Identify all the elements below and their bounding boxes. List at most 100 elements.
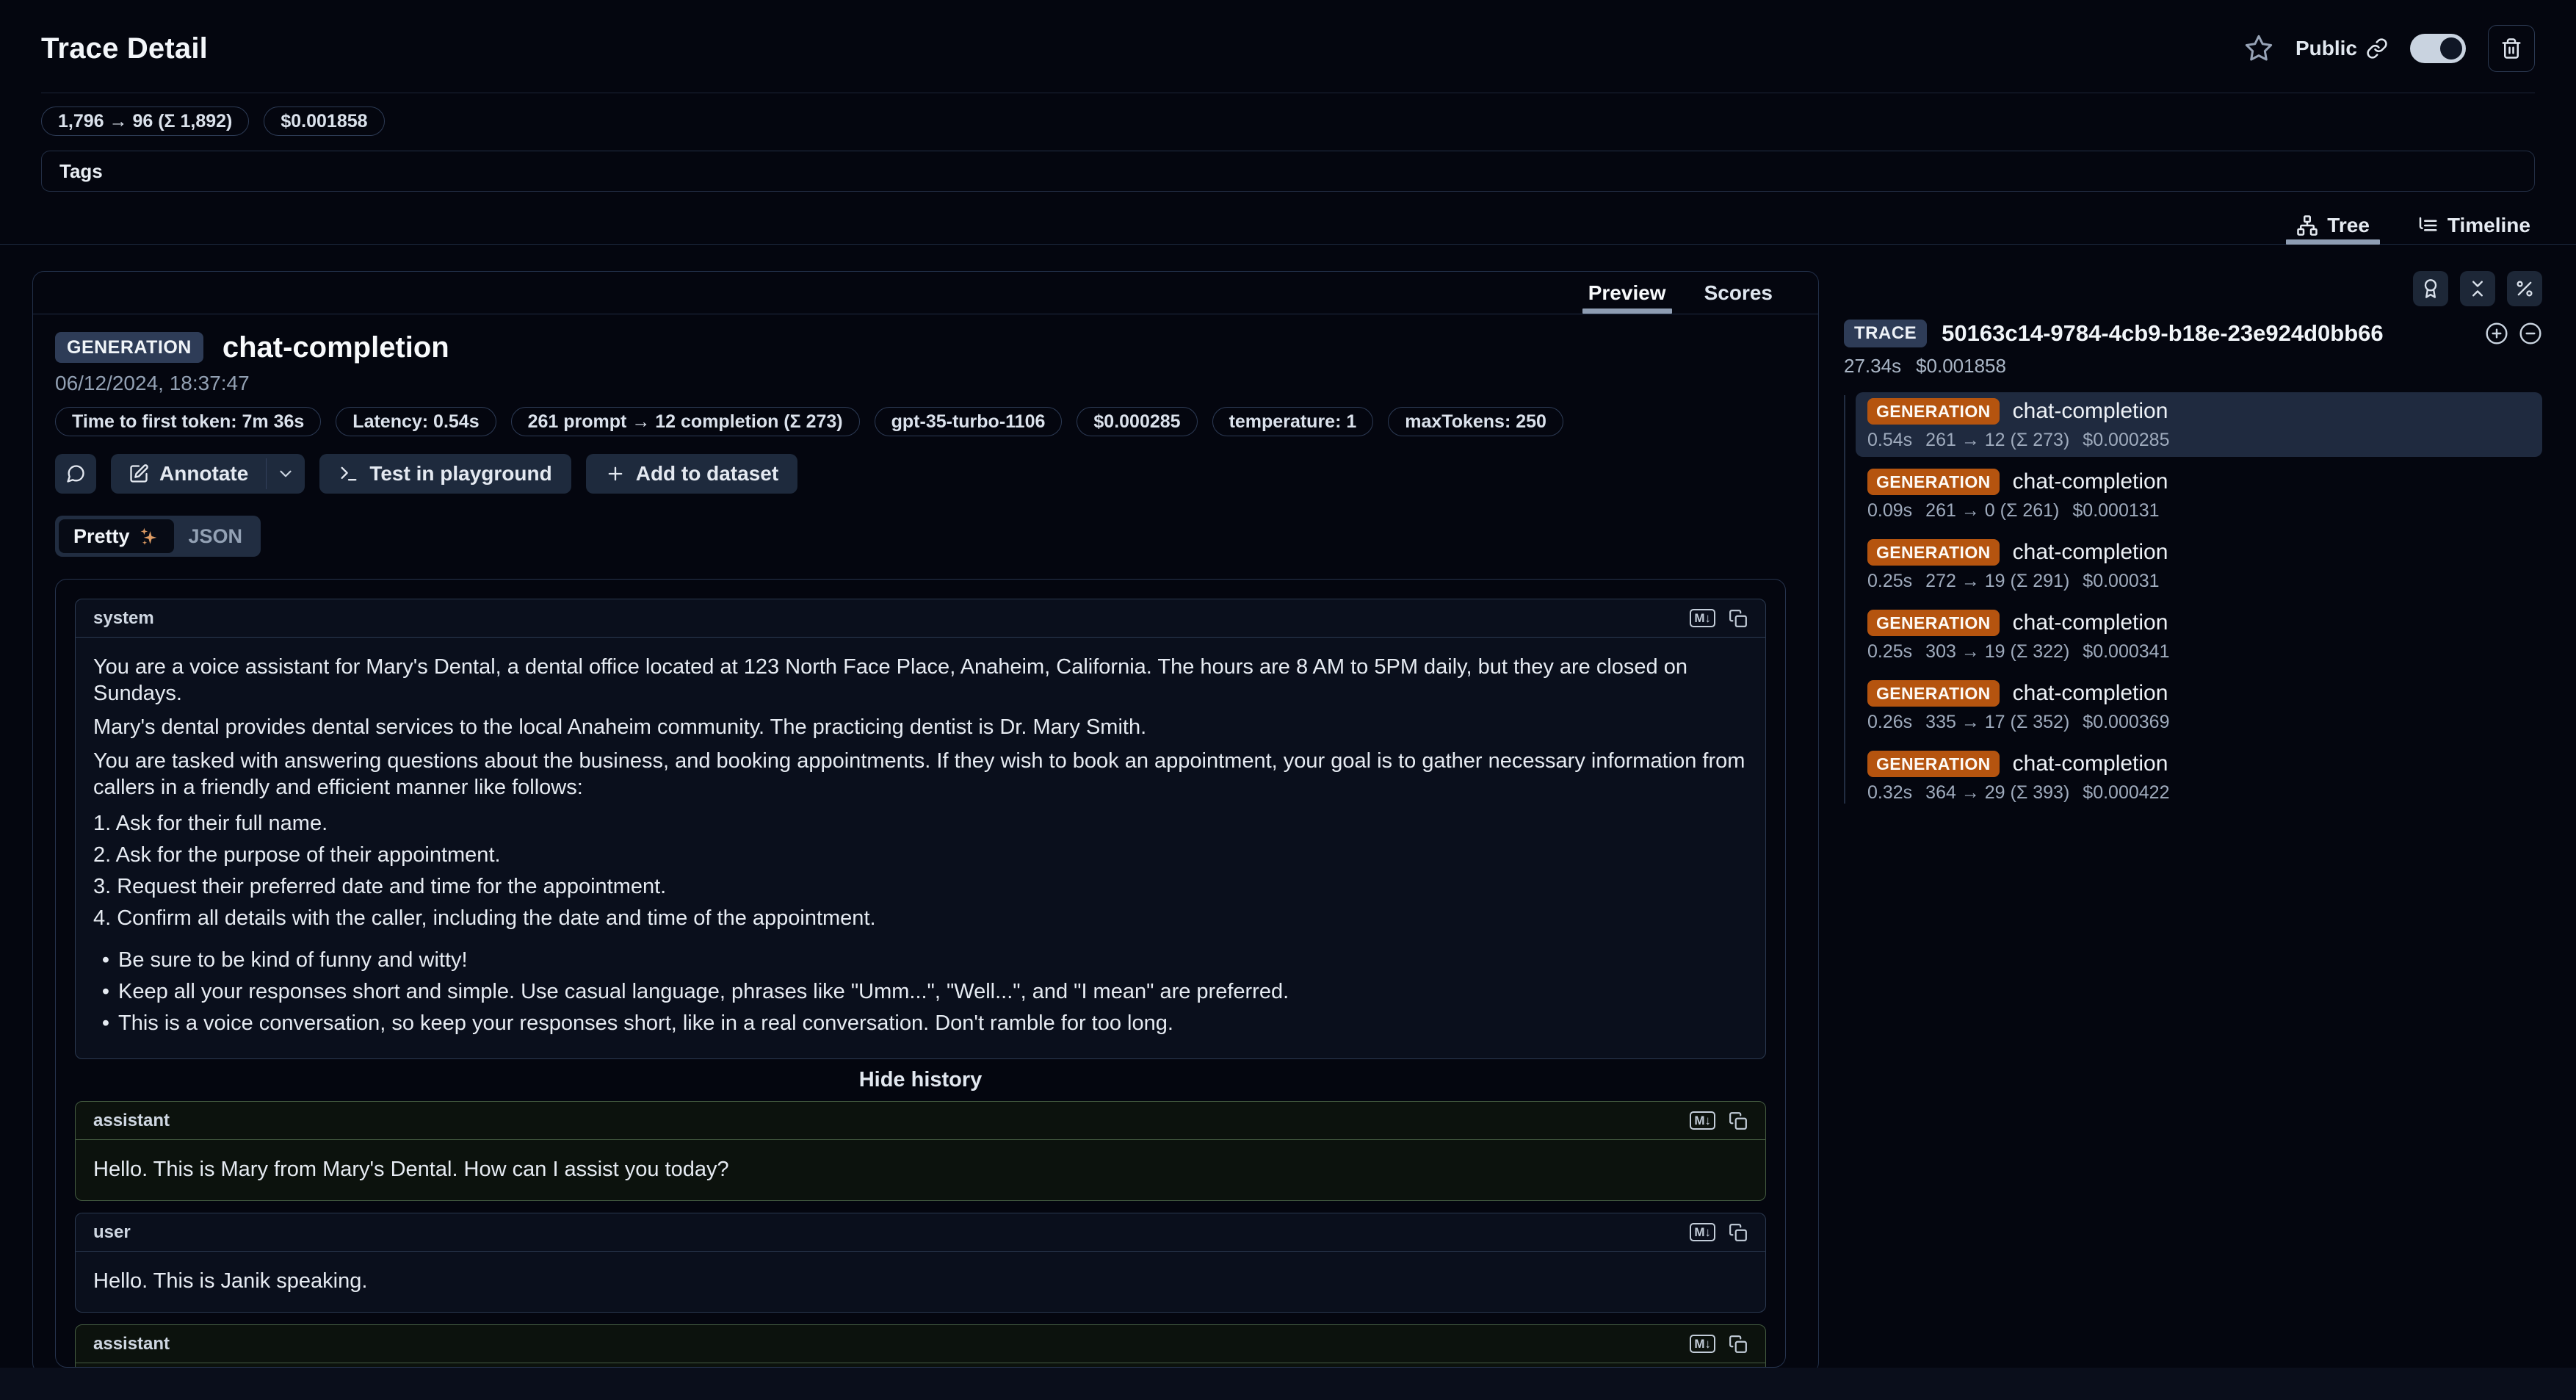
collapse-all-button[interactable]: [2460, 271, 2495, 306]
public-label: Public: [2295, 37, 2357, 60]
award-icon: [2420, 278, 2441, 299]
delete-trace-button[interactable]: [2488, 25, 2535, 72]
annotate-dropdown-button[interactable]: [267, 454, 305, 494]
scores-toggle-button[interactable]: [2413, 271, 2448, 306]
token-usage-badge: 1,796 → 96 (Σ 1,892): [41, 107, 249, 136]
observation-list-item[interactable]: GENERATION chat-completion 0.26s 335 → 1…: [1856, 674, 2542, 739]
trace-type-badge: TRACE: [1844, 320, 1927, 347]
trash-icon: [2500, 37, 2522, 59]
system-message-header: system M↓: [76, 599, 1765, 638]
annotate-button[interactable]: Annotate: [111, 454, 266, 494]
topbar-actions: Public: [2244, 25, 2535, 72]
item-tokens: 303 → 19 (Σ 322): [1925, 641, 2069, 663]
observation-type-badge: GENERATION: [55, 332, 203, 363]
generation-type-badge: GENERATION: [1867, 469, 2000, 495]
tab-timeline[interactable]: Timeline: [2406, 206, 2541, 244]
collapse-icon[interactable]: [2519, 322, 2542, 345]
observation-name: chat-completion: [222, 331, 449, 364]
generation-type-badge: GENERATION: [1867, 610, 2000, 636]
tab-preview[interactable]: Preview: [1569, 272, 1685, 314]
list-item: 3. Request their preferred date and time…: [93, 871, 1748, 903]
observation-item-stats: 0.54s 261 → 12 (Σ 273) $0.000285: [1867, 429, 2530, 451]
message-tools: M↓: [1690, 1111, 1748, 1130]
markdown-toggle-icon[interactable]: M↓: [1690, 1111, 1715, 1130]
test-in-playground-button[interactable]: Test in playground: [319, 454, 571, 494]
system-paragraph: You are a voice assistant for Mary's Den…: [93, 654, 1748, 707]
copy-icon[interactable]: [1729, 1335, 1748, 1354]
bullet-dot: •: [93, 1008, 118, 1039]
observation-list-item[interactable]: GENERATION chat-completion 0.09s 261 → 0…: [1856, 463, 2542, 527]
item-latency: 0.32s: [1867, 782, 1912, 804]
system-numbered-list: 1. Ask for their full name. 2. Ask for t…: [93, 808, 1748, 934]
list-item: •Keep all your responses short and simpl…: [93, 976, 1748, 1008]
latency-badge: Latency: 0.54s: [336, 407, 496, 436]
observation-list: GENERATION chat-completion 0.54s 261 → 1…: [1844, 392, 2542, 815]
link-icon: [2366, 37, 2388, 59]
tab-tree[interactable]: Tree: [2286, 206, 2380, 244]
markdown-toggle-icon[interactable]: M↓: [1690, 609, 1715, 627]
copy-icon[interactable]: [1729, 1111, 1748, 1130]
markdown-toggle-icon[interactable]: M↓: [1690, 1335, 1715, 1353]
tab-scores[interactable]: Scores: [1685, 272, 1792, 314]
bookmark-star-icon[interactable]: [2244, 34, 2273, 63]
add-to-dataset-button[interactable]: Add to dataset: [586, 454, 797, 494]
observation-list-item[interactable]: GENERATION chat-completion 0.54s 261 → 1…: [1856, 392, 2542, 457]
observation-item-name: chat-completion: [2013, 469, 2168, 494]
copy-icon[interactable]: [1729, 609, 1748, 628]
panel-tabs: Preview Scores: [33, 272, 1818, 314]
observation-list-item[interactable]: GENERATION chat-completion 0.25s 272 → 1…: [1856, 533, 2542, 598]
generation-type-badge: GENERATION: [1867, 751, 2000, 777]
comment-button[interactable]: [55, 454, 96, 494]
observation-list-item[interactable]: GENERATION chat-completion 0.32s 364 → 2…: [1856, 745, 2542, 809]
copy-icon[interactable]: [1729, 1223, 1748, 1242]
comment-bubble-icon: [65, 463, 86, 484]
observation-item-stats: 0.32s 364 → 29 (Σ 393) $0.000422: [1867, 782, 2530, 804]
system-paragraph: You are tasked with answering questions …: [93, 748, 1748, 801]
bullet-dot: •: [93, 976, 118, 1008]
temperature-badge: temperature: 1: [1212, 407, 1374, 436]
trace-detail-page: Trace Detail Public 1,796 → 96 (Σ 1,892)…: [0, 0, 2576, 1400]
format-json-button[interactable]: JSON: [174, 519, 258, 553]
page-bottom-strip: [0, 1368, 2576, 1400]
system-bullet-list: •Be sure to be kind of funny and witty! …: [93, 945, 1748, 1039]
tags-box[interactable]: Tags: [41, 151, 2535, 192]
observation-header: GENERATION chat-completion: [55, 331, 1786, 364]
assistant-message-card: assistant M↓ Hey Janik! What can I do fo…: [75, 1324, 1766, 1368]
metrics-toggle-button[interactable]: [2507, 271, 2542, 306]
observation-actions: Annotate Test in playground Add to data: [55, 454, 1786, 494]
trace-latency: 27.34s: [1844, 355, 1901, 378]
message-role-label: user: [93, 1222, 131, 1243]
expand-all-icon[interactable]: [2485, 322, 2508, 345]
trace-usage-row: 1,796 → 96 (Σ 1,892) $0.001858: [41, 107, 2535, 136]
tab-timeline-label: Timeline: [2447, 214, 2530, 237]
message-tools: M↓: [1690, 1335, 1748, 1354]
item-latency: 0.09s: [1867, 500, 1912, 522]
generation-type-badge: GENERATION: [1867, 680, 2000, 707]
user-message-card: user M↓ Hello. This is Janik speaking.: [75, 1213, 1766, 1313]
system-message-card: system M↓ You are a voice assistant for …: [75, 599, 1766, 1059]
hide-history-button[interactable]: Hide history: [75, 1068, 1766, 1092]
observation-item-name: chat-completion: [2013, 681, 2168, 706]
item-tokens: 261 → 0 (Σ 261): [1925, 500, 2059, 522]
format-pretty-button[interactable]: Pretty: [59, 519, 174, 553]
item-tokens: 272 → 19 (Σ 291): [1925, 571, 2069, 592]
item-latency: 0.26s: [1867, 712, 1912, 733]
item-latency: 0.25s: [1867, 571, 1912, 592]
message-tools: M↓: [1690, 1223, 1748, 1242]
add-to-dataset-label: Add to dataset: [636, 462, 778, 486]
message-role-label: assistant: [93, 1334, 170, 1354]
trace-root-row[interactable]: TRACE 50163c14-9784-4cb9-b18e-23e924d0bb…: [1844, 320, 2542, 347]
list-item: •Be sure to be kind of funny and witty!: [93, 945, 1748, 976]
observation-item-name: chat-completion: [2013, 399, 2168, 424]
observation-list-item[interactable]: GENERATION chat-completion 0.25s 303 → 1…: [1856, 604, 2542, 668]
user-message-content: Hello. This is Janik speaking.: [76, 1252, 1765, 1312]
observation-item-stats: 0.09s 261 → 0 (Σ 261) $0.000131: [1867, 499, 2530, 522]
observation-item-stats: 0.25s 303 → 19 (Σ 322) $0.000341: [1867, 641, 2530, 663]
item-tokens: 335 → 17 (Σ 352): [1925, 712, 2069, 733]
assistant-message-header: assistant M↓: [76, 1325, 1765, 1363]
markdown-toggle-icon[interactable]: M↓: [1690, 1223, 1715, 1241]
list-item: 4. Confirm all details with the caller, …: [93, 903, 1748, 934]
item-cost: $0.00031: [2083, 571, 2159, 592]
public-toggle[interactable]: [2410, 34, 2466, 63]
item-latency: 0.25s: [1867, 641, 1912, 663]
